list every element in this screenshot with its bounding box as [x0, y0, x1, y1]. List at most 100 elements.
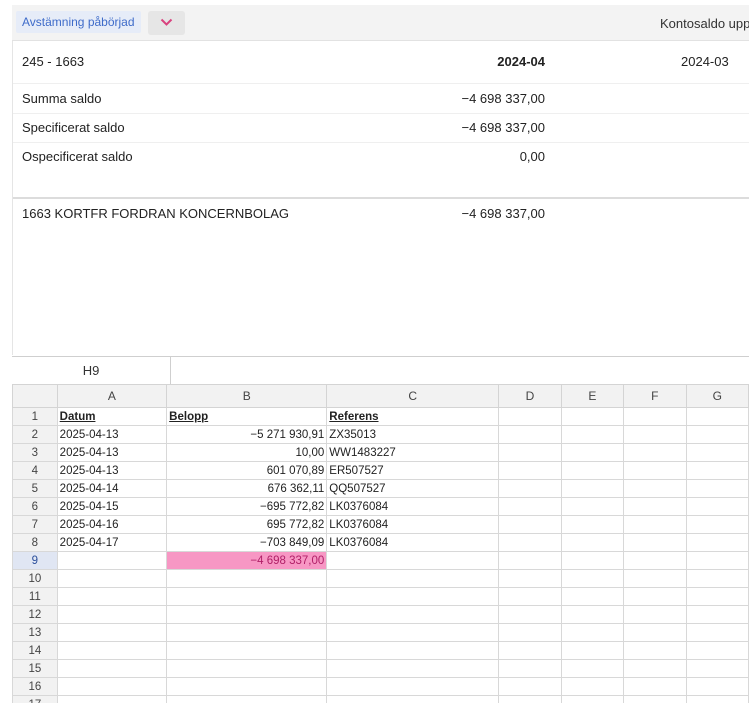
- row-number[interactable]: 11: [12, 587, 58, 606]
- row-number[interactable]: 16: [12, 677, 58, 696]
- row-number[interactable]: 1: [12, 407, 58, 426]
- cell[interactable]: Belopp: [166, 407, 328, 426]
- cell[interactable]: [623, 443, 687, 462]
- cell[interactable]: [623, 407, 687, 426]
- cell[interactable]: [498, 695, 562, 703]
- row-number[interactable]: 6: [12, 497, 58, 516]
- cell[interactable]: [685, 533, 749, 552]
- column-header[interactable]: A: [56, 384, 168, 408]
- cell[interactable]: ZX35013: [326, 425, 500, 444]
- cell[interactable]: [623, 659, 687, 678]
- cell[interactable]: [685, 443, 749, 462]
- cell[interactable]: [560, 533, 625, 552]
- cell[interactable]: 695 772,82: [166, 515, 328, 534]
- cell[interactable]: [685, 551, 749, 570]
- cell[interactable]: [498, 641, 562, 660]
- cell[interactable]: [560, 479, 625, 498]
- cell[interactable]: [685, 569, 749, 588]
- cell[interactable]: [560, 569, 625, 588]
- cell[interactable]: [560, 677, 625, 696]
- cell[interactable]: [560, 497, 625, 516]
- cell[interactable]: [685, 659, 749, 678]
- cell[interactable]: [326, 677, 500, 696]
- row-number[interactable]: 10: [12, 569, 58, 588]
- cell[interactable]: [166, 695, 328, 703]
- cell[interactable]: −703 849,09: [166, 533, 328, 552]
- row-number[interactable]: 9: [12, 551, 58, 570]
- cell[interactable]: Datum: [56, 407, 168, 426]
- cell[interactable]: [326, 623, 500, 642]
- column-header[interactable]: B: [166, 384, 328, 408]
- cell[interactable]: [623, 551, 687, 570]
- cell[interactable]: [498, 479, 562, 498]
- cell[interactable]: [623, 569, 687, 588]
- cell[interactable]: [623, 515, 687, 534]
- cell[interactable]: [560, 605, 625, 624]
- cell[interactable]: WW1483227: [326, 443, 500, 462]
- cell[interactable]: 2025-04-14: [56, 479, 168, 498]
- cell[interactable]: [498, 443, 562, 462]
- cell[interactable]: [560, 587, 625, 606]
- cell[interactable]: 2025-04-15: [56, 497, 168, 516]
- cell[interactable]: LK0376084: [326, 533, 500, 552]
- cell[interactable]: [685, 641, 749, 660]
- cell[interactable]: [685, 677, 749, 696]
- status-dropdown-button[interactable]: [148, 11, 185, 35]
- cell[interactable]: [498, 605, 562, 624]
- row-number[interactable]: 17: [12, 695, 58, 703]
- cell[interactable]: [623, 587, 687, 606]
- cell[interactable]: [685, 695, 749, 703]
- cell[interactable]: ER507527: [326, 461, 500, 480]
- column-header[interactable]: C: [326, 384, 500, 408]
- cell[interactable]: 2025-04-16: [56, 515, 168, 534]
- cell[interactable]: 10,00: [166, 443, 328, 462]
- cell[interactable]: [326, 569, 500, 588]
- cell[interactable]: [560, 659, 625, 678]
- cell[interactable]: [498, 515, 562, 534]
- cell[interactable]: [166, 587, 328, 606]
- cell[interactable]: Referens: [326, 407, 500, 426]
- cell[interactable]: [498, 659, 562, 678]
- cell[interactable]: [560, 407, 625, 426]
- cell[interactable]: [685, 623, 749, 642]
- cell[interactable]: [56, 551, 168, 570]
- row-number[interactable]: 2: [12, 425, 58, 444]
- cell[interactable]: [326, 641, 500, 660]
- cell[interactable]: [560, 443, 625, 462]
- status-button[interactable]: Avstämning påbörjad: [16, 11, 141, 33]
- cell[interactable]: [498, 461, 562, 480]
- cell[interactable]: [560, 425, 625, 444]
- cell[interactable]: [685, 497, 749, 516]
- cell[interactable]: [56, 695, 168, 703]
- row-number[interactable]: 4: [12, 461, 58, 480]
- cell[interactable]: [166, 659, 328, 678]
- row-number[interactable]: 7: [12, 515, 58, 534]
- cell[interactable]: 676 362,11: [166, 479, 328, 498]
- cell[interactable]: [560, 551, 625, 570]
- cell[interactable]: [498, 569, 562, 588]
- cell[interactable]: [623, 623, 687, 642]
- cell[interactable]: [166, 605, 328, 624]
- cell[interactable]: [498, 533, 562, 552]
- cell[interactable]: [623, 641, 687, 660]
- column-header[interactable]: D: [498, 384, 562, 408]
- cell[interactable]: 2025-04-13: [56, 461, 168, 480]
- cell[interactable]: −5 271 930,91: [166, 425, 328, 444]
- cell[interactable]: [498, 623, 562, 642]
- cell[interactable]: [498, 677, 562, 696]
- cell[interactable]: [685, 587, 749, 606]
- cell[interactable]: [685, 605, 749, 624]
- row-number[interactable]: 3: [12, 443, 58, 462]
- total-cell[interactable]: −4 698 337,00: [166, 551, 328, 570]
- cell[interactable]: [56, 587, 168, 606]
- cell[interactable]: [326, 605, 500, 624]
- row-number[interactable]: 5: [12, 479, 58, 498]
- cell[interactable]: [56, 605, 168, 624]
- cell[interactable]: [623, 479, 687, 498]
- cell[interactable]: [166, 677, 328, 696]
- cell[interactable]: [623, 425, 687, 444]
- cell[interactable]: [623, 461, 687, 480]
- cell[interactable]: LK0376084: [326, 515, 500, 534]
- row-number[interactable]: 13: [12, 623, 58, 642]
- cell[interactable]: [498, 587, 562, 606]
